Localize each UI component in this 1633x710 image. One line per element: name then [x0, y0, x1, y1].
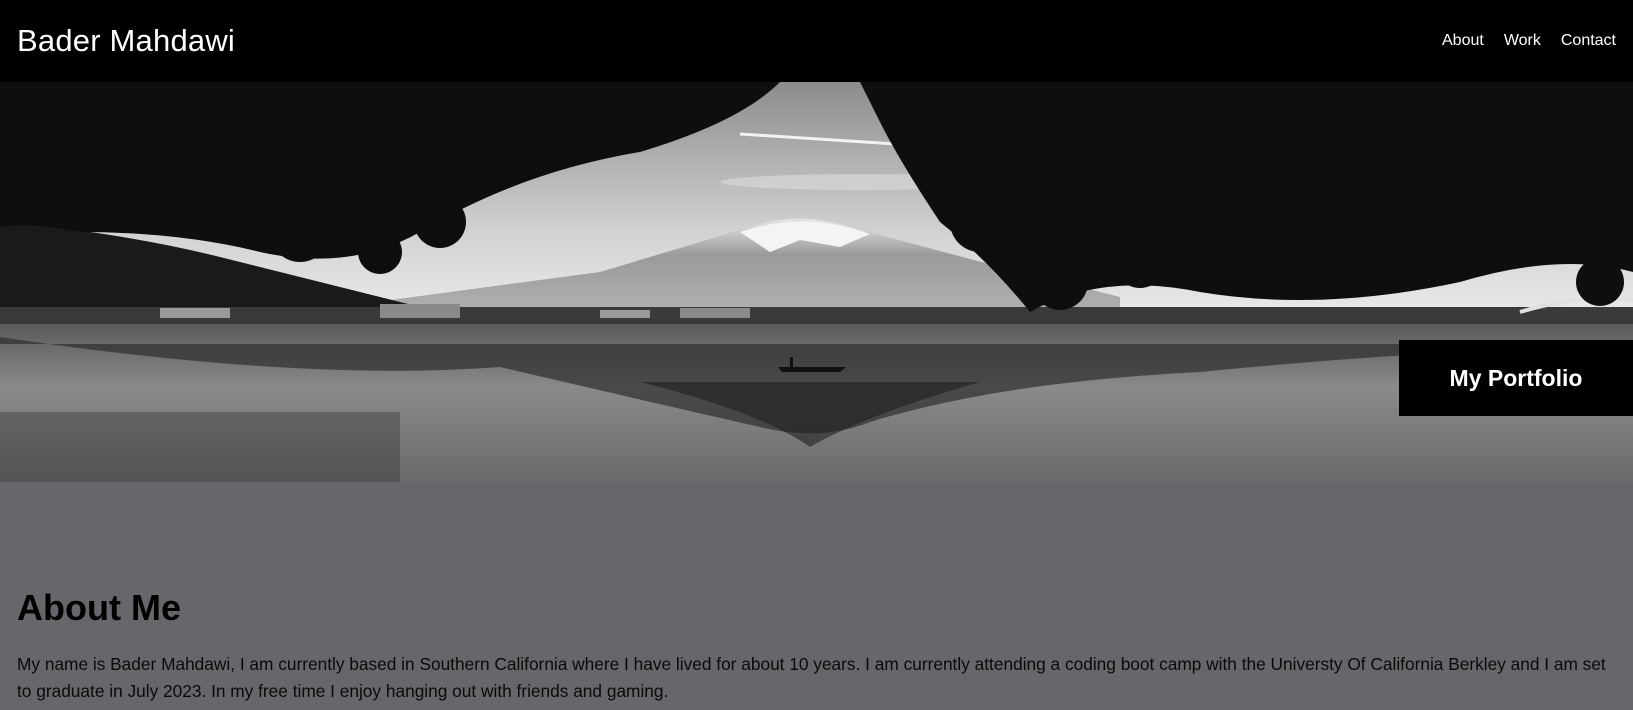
portfolio-badge-label: My Portfolio: [1449, 364, 1583, 391]
site-header: Bader Mahdawi About Work Contact: [0, 0, 1633, 82]
site-title[interactable]: Bader Mahdawi: [17, 23, 235, 59]
portfolio-badge: My Portfolio: [1399, 340, 1633, 416]
main-nav: About Work Contact: [1442, 32, 1616, 50]
hero-landscape-image: [0, 82, 1633, 482]
nav-link-work[interactable]: Work: [1504, 32, 1541, 50]
about-section: About Me My name is Bader Mahdawi, I am …: [0, 482, 1633, 705]
about-heading: About Me: [17, 587, 181, 628]
nav-link-contact[interactable]: Contact: [1561, 32, 1616, 50]
about-body: My name is Bader Mahdawi, I am currently…: [17, 654, 1606, 701]
nav-link-about[interactable]: About: [1442, 32, 1484, 50]
hero-banner: My Portfolio: [0, 82, 1633, 482]
